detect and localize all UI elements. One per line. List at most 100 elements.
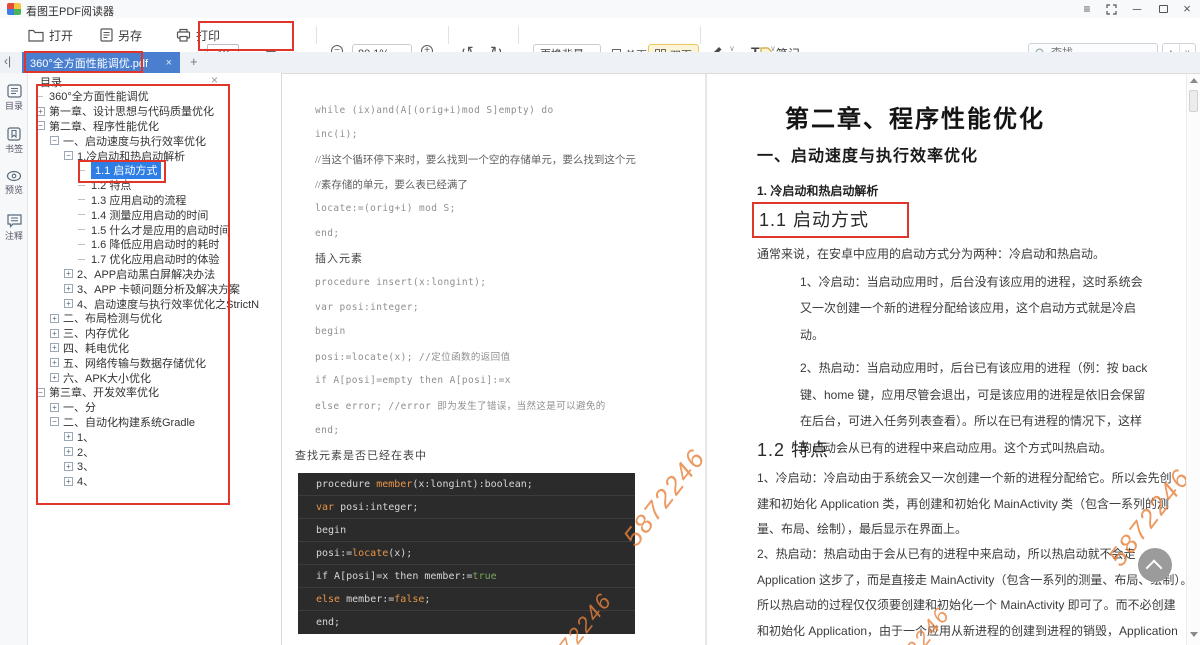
eye-icon xyxy=(6,170,22,182)
toc-item-label: 4、启动速度与执行效率优化之StrictN xyxy=(77,296,259,312)
toc-tree-item[interactable]: 1.5 什么才是应用的启动时间 xyxy=(34,222,281,237)
scroll-down-arrow[interactable] xyxy=(1190,632,1198,637)
expand-icon[interactable]: + xyxy=(64,432,73,441)
toc-tree-item[interactable]: −第二章、程序性能优化 xyxy=(34,119,281,134)
toc-tree-item[interactable]: +4、 xyxy=(34,474,281,489)
dark-code-line: procedure member(x:longint):boolean; xyxy=(298,473,635,496)
vertical-scrollbar[interactable] xyxy=(1186,74,1200,645)
toc-tree-item[interactable]: 1.7 优化应用启动时的体验 xyxy=(34,252,281,267)
toc-tree-item[interactable]: 1.4 测量应用启动的时间 xyxy=(34,207,281,222)
collapse-tabs-icon[interactable]: ‹| xyxy=(4,54,11,68)
toc-tree-item[interactable]: +3、 xyxy=(34,459,281,474)
collapse-icon[interactable]: − xyxy=(64,151,73,160)
toc-tree-item[interactable]: +4、启动速度与执行效率优化之StrictN xyxy=(34,296,281,311)
body-text-line: 又一次创建一个新的进程分配给该应用，这个启动方式就是冷启 xyxy=(800,295,1147,322)
code-line: end; xyxy=(315,418,695,443)
scroll-up-arrow[interactable] xyxy=(1190,78,1198,83)
collapse-icon[interactable]: − xyxy=(36,388,45,397)
back-to-top-button[interactable] xyxy=(1138,548,1172,582)
expand-icon[interactable]: + xyxy=(50,314,59,323)
pdf-page-right: 第二章、程序性能优化 一、启动速度与执行效率优化 1. 冷启动和热启动解析 1.… xyxy=(707,74,1186,645)
collapse-icon[interactable]: − xyxy=(50,417,59,426)
expand-icon[interactable]: + xyxy=(64,477,73,486)
toc-tree-item[interactable]: −二、自动化构建系统Gradle xyxy=(34,415,281,430)
open-button[interactable]: 打开 xyxy=(28,22,73,48)
toc-tree-item[interactable]: + 二、布局检测与优化 xyxy=(34,311,281,326)
tree-connector xyxy=(78,185,85,186)
toc-tree-item[interactable]: +2、APP启动黑白屏解决办法 xyxy=(34,267,281,282)
expand-icon[interactable]: + xyxy=(50,373,59,382)
toolbar: 打开 另存 打印 ← /333页 → − 80.1% ∨ + ↺ ↻ 更换背景 … xyxy=(0,18,1200,52)
toc-tree-item[interactable]: 1.6 降低应用启动时的耗时 xyxy=(34,237,281,252)
expand-icon[interactable]: + xyxy=(64,447,73,456)
body-text-line: 1、冷启动：当启动应用时，后台没有该应用的进程，这时系统会 xyxy=(800,268,1147,295)
sidebar-item-preview[interactable]: 预览 xyxy=(0,170,28,196)
dark-code-line: else member:=false; xyxy=(298,588,635,611)
tree-connector xyxy=(78,199,85,200)
toc-item-label: 1.6 降低应用启动时的耗时 xyxy=(91,236,219,252)
toc-item-label: 1.7 优化应用启动时的体验 xyxy=(91,251,219,267)
toc-tree-item[interactable]: 1.1 启动方式 xyxy=(34,163,281,178)
paragraph-1: 1、冷启动：当启动应用时，后台没有该应用的进程，这时系统会又一次创建一个新的进程… xyxy=(800,268,1147,461)
app-title: 看图王PDF阅读器 xyxy=(26,3,114,19)
toc-panel: 目录 × 360°全方面性能调优+第一章、设计思想与代码质量优化−第二章、程序性… xyxy=(28,73,282,645)
toc-tree-item[interactable]: +六、APK大小优化 xyxy=(34,370,281,385)
toc-item-label: 1.5 什么才是应用的启动时间 xyxy=(91,222,230,238)
toc-tree-item[interactable]: +三、内存优化 xyxy=(34,326,281,341)
chapter-title: 第二章、程序性能优化 xyxy=(785,99,1045,134)
toc-tree-item[interactable]: +第一章、设计思想与代码质量优化 xyxy=(34,104,281,119)
expand-icon[interactable]: + xyxy=(50,343,59,352)
sidebar-icon-strip: 目录 书签 预览 注释 xyxy=(0,73,28,645)
toc-tree-item[interactable]: −第三章、开发效率优化 xyxy=(34,385,281,400)
toc-tree-item[interactable]: −一、启动速度与执行效率优化 xyxy=(34,133,281,148)
pdf-page-left: while (ix)and(A[(orig+i)mod S]empty) doi… xyxy=(315,98,695,467)
toc-tree-item[interactable]: +五、网络传输与数据存储优化 xyxy=(34,355,281,370)
tab-close-icon[interactable]: × xyxy=(166,57,172,69)
code-block-dark: procedure member(x:longint):boolean;var … xyxy=(298,473,635,634)
expand-icon[interactable]: + xyxy=(64,462,73,471)
toc-close-icon[interactable]: × xyxy=(211,73,218,87)
toc-tree-item[interactable]: +1、 xyxy=(34,429,281,444)
toc-item-label: 二、布局检测与优化 xyxy=(63,310,162,326)
tree-connector xyxy=(78,214,85,215)
code-line: inc(i); xyxy=(315,123,695,148)
toc-tree-item[interactable]: 1.3 应用启动的流程 xyxy=(34,193,281,208)
maximize-button[interactable] xyxy=(1152,1,1174,17)
code-line: //素存储的单元，要么表已经满了 xyxy=(315,172,695,197)
fullscreen-icon[interactable] xyxy=(1100,1,1122,17)
body-text-line: 在后台，可进入任务列表查看）。所以在已有进程的情况下，这样 xyxy=(800,408,1147,435)
code-line: else error; //error 即为发生了错误，当然这是可以避免的 xyxy=(315,393,695,418)
tree-connector xyxy=(78,229,85,230)
expand-icon[interactable]: + xyxy=(50,329,59,338)
expand-icon[interactable]: + xyxy=(36,107,45,116)
sidebar-item-annotations[interactable]: 注释 xyxy=(0,214,28,242)
menu-icon[interactable]: ≡ xyxy=(1076,1,1098,17)
heading-1-2: 1.2 特点 xyxy=(757,436,829,462)
sidebar-item-bookmarks[interactable]: 书签 xyxy=(0,127,28,155)
collapse-icon[interactable]: − xyxy=(36,121,45,130)
toc-tree-item[interactable]: +四、耗电优化 xyxy=(34,341,281,356)
close-button[interactable]: × xyxy=(1176,1,1198,17)
toc-tree-item[interactable]: +一、分 xyxy=(34,400,281,415)
collapse-icon[interactable]: − xyxy=(50,136,59,145)
toc-tree-item[interactable]: 360°全方面性能调优 xyxy=(34,89,281,104)
expand-icon[interactable]: + xyxy=(64,269,73,278)
save-as-button[interactable]: 另存 xyxy=(100,22,142,48)
document-area: while (ix)and(A[(orig+i)mod S]empty) doi… xyxy=(282,73,1200,645)
expand-icon[interactable]: + xyxy=(50,358,59,367)
minimize-button[interactable]: ─ xyxy=(1126,1,1148,17)
expand-icon[interactable]: + xyxy=(50,403,59,412)
toc-tree-item[interactable]: 1.2 特点 xyxy=(34,178,281,193)
body-text-line: Application 这步了，而是直接走 MainActivity（包含一系列… xyxy=(757,567,1182,592)
expand-icon[interactable]: + xyxy=(64,284,73,293)
body-text-line: 键、home 键，应用尽管会退出，可是该应用的进程是依旧会保留 xyxy=(800,381,1147,408)
toc-tree-item[interactable]: +3、APP 卡顿问题分析及解决方案 xyxy=(34,281,281,296)
code-line: while (ix)and(A[(orig+i)mod S]empty) do xyxy=(315,98,695,123)
sidebar-item-toc[interactable]: 目录 xyxy=(0,84,28,112)
toc-tree-item[interactable]: +2、 xyxy=(34,444,281,459)
expand-icon[interactable]: + xyxy=(64,299,73,308)
scrollbar-thumb[interactable] xyxy=(1189,90,1198,112)
toc-panel-header: 目录 × xyxy=(28,73,281,89)
new-tab-button[interactable]: + xyxy=(190,54,198,69)
document-tab[interactable]: 360°全方面性能调优.pdf × xyxy=(22,52,180,73)
